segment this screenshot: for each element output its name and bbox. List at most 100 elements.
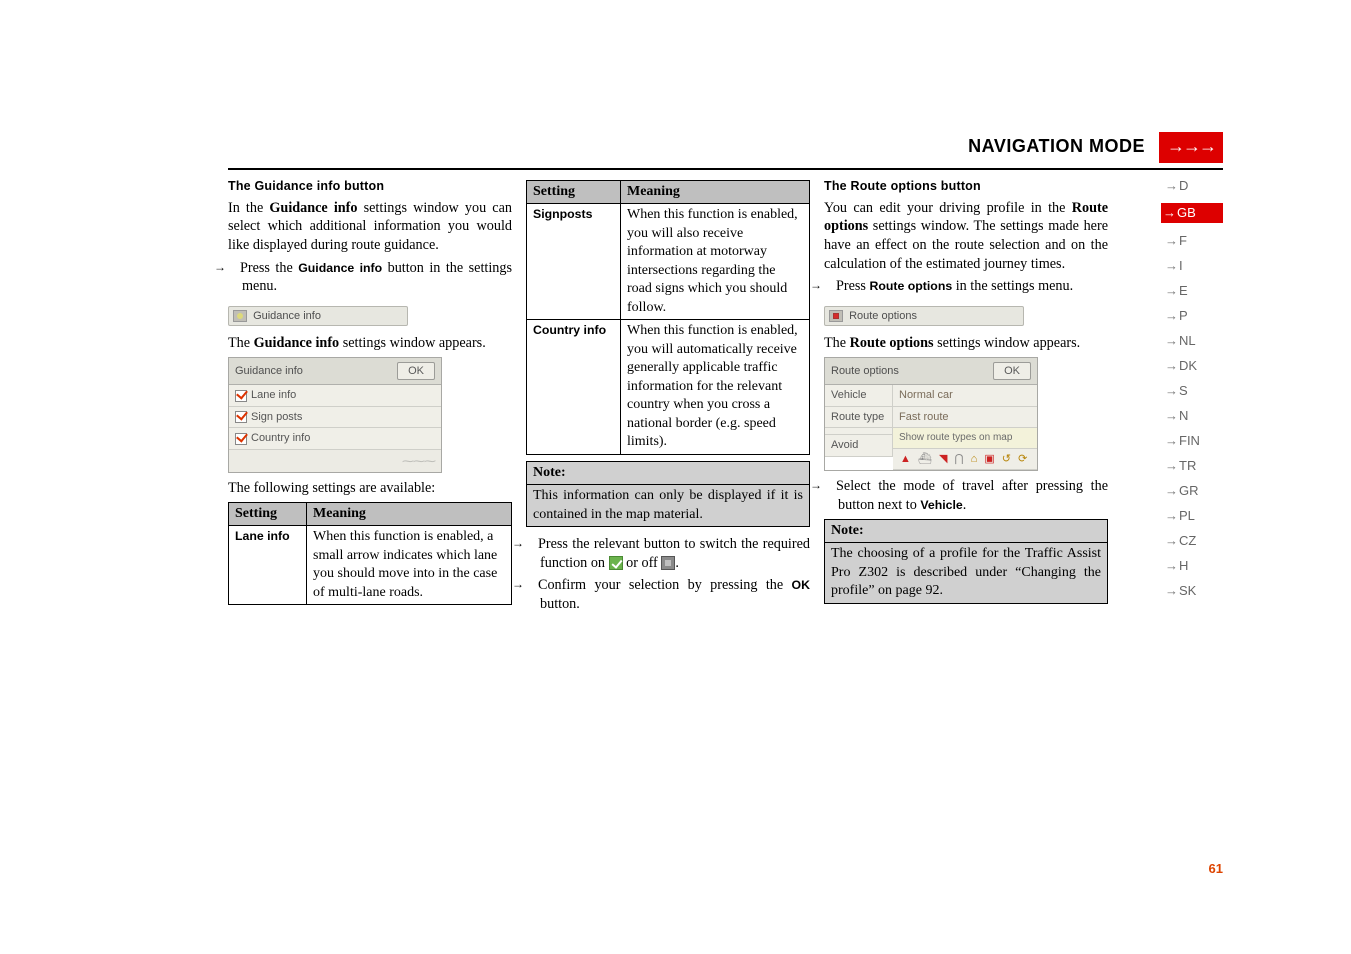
ok-button[interactable]: OK xyxy=(397,362,435,381)
th-setting: Setting xyxy=(527,181,621,204)
nav-i[interactable]: → I xyxy=(1165,258,1223,273)
guidance-heading: The Guidance info button xyxy=(228,178,512,195)
nav-code: F xyxy=(1179,233,1187,248)
arrow-icon: → xyxy=(1165,483,1178,498)
nav-code: GR xyxy=(1179,483,1199,498)
nav-dk[interactable]: → DK xyxy=(1165,358,1223,373)
nav-f[interactable]: → F xyxy=(1165,233,1223,248)
cell-signposts: Signposts xyxy=(527,204,621,320)
note-box: Note: This information can only be displ… xyxy=(526,461,810,527)
note-title: Note: xyxy=(825,520,1107,543)
on-icon xyxy=(609,556,623,570)
th-meaning: Meaning xyxy=(621,181,810,204)
note-title: Note: xyxy=(527,462,809,485)
panel-header: Route options OK xyxy=(825,358,1037,386)
th-meaning: Meaning xyxy=(307,502,512,525)
restricted-icon: ⟳ xyxy=(1017,452,1029,467)
arrow-icon: → xyxy=(1165,383,1178,398)
nav-nl[interactable]: → NL xyxy=(1165,333,1223,348)
arrow-icon: → xyxy=(1165,558,1178,573)
label-route-type: Route type xyxy=(825,407,893,429)
nav-h[interactable]: → H xyxy=(1165,558,1223,573)
arrow-icon: → xyxy=(1165,408,1178,423)
panel-footer: ⁓⁓⁓ xyxy=(229,450,441,472)
route-after-tab: The Route options settings window appear… xyxy=(824,334,1108,353)
arrow-icon: → xyxy=(1165,258,1178,273)
route-heading: The Route options button xyxy=(824,178,1108,195)
ok-button[interactable]: OK xyxy=(993,362,1031,381)
guidance-info-tab[interactable]: Guidance info xyxy=(228,306,408,326)
page-number: 61 xyxy=(1209,861,1223,876)
nav-code: FIN xyxy=(1179,433,1200,448)
nav-code: N xyxy=(1179,408,1188,423)
route-intro: You can edit your driving profile in the… xyxy=(824,199,1108,274)
show-types-button[interactable]: Show route types on map xyxy=(893,428,1037,448)
note-body: This information can only be displayed i… xyxy=(527,485,809,526)
avoid-icons[interactable]: ▲ ⛴ ◥ ⋂ ⌂ ▣ ↺ ⟳ xyxy=(893,449,1037,471)
row-lane-info[interactable]: Lane info xyxy=(229,385,441,407)
nav-code: H xyxy=(1179,558,1188,573)
nav-cz[interactable]: → CZ xyxy=(1165,533,1223,548)
route-press-step: Press Route options in the settings menu… xyxy=(824,277,1108,296)
nav-sk[interactable]: → SK xyxy=(1165,583,1223,598)
nav-pl[interactable]: → PL xyxy=(1165,508,1223,523)
arrow-icon: → xyxy=(1165,458,1178,473)
nav-fin[interactable]: → FIN xyxy=(1165,433,1223,448)
nav-code: PL xyxy=(1179,508,1195,523)
arrow-icon: → xyxy=(1165,308,1178,323)
nav-tr[interactable]: → TR xyxy=(1165,458,1223,473)
nav-code: D xyxy=(1179,178,1188,193)
nav-code: E xyxy=(1179,283,1188,298)
uturn-icon: ↺ xyxy=(1001,452,1013,467)
nav-d[interactable]: → D xyxy=(1165,178,1223,193)
nav-code: SK xyxy=(1179,583,1196,598)
guidance-step: Press the Guidance info button in the se… xyxy=(228,259,512,296)
routetype-button[interactable]: Fast route xyxy=(893,407,1037,429)
nav-e[interactable]: → E xyxy=(1165,283,1223,298)
arrow-icon: → xyxy=(1163,205,1176,220)
guidance-table-cont: Setting Meaning Signposts When this func… xyxy=(526,180,810,455)
header-title: NAVIGATION MODE xyxy=(928,132,1159,163)
arrow-icon: → xyxy=(1165,333,1178,348)
guidance-tab-label: Guidance info xyxy=(253,310,321,322)
nav-code: DK xyxy=(1179,358,1197,373)
nav-s[interactable]: → S xyxy=(1165,383,1223,398)
route-options-tab[interactable]: Route options xyxy=(824,306,1024,326)
note-body: The choosing of a profile for the Traffi… xyxy=(825,543,1107,602)
guidance-table: Setting Meaning Lane info When this func… xyxy=(228,502,512,605)
nav-gb[interactable]: → GB xyxy=(1161,203,1223,223)
arrow-icon: → xyxy=(1165,358,1178,373)
panel-header: Guidance info OK xyxy=(229,358,441,386)
arrow-icon: → xyxy=(1165,508,1178,523)
guidance-after-tab: The Guidance info settings window appear… xyxy=(228,334,512,353)
vehicle-button[interactable]: Normal car xyxy=(893,385,1037,407)
after-panel-text: The following settings are available: xyxy=(228,479,512,498)
arrow-icon xyxy=(526,576,538,595)
tunnel-icon: ⋂ xyxy=(954,452,966,467)
toll-icon: ◥ xyxy=(938,452,949,467)
panel-grid: Vehicle Route type Avoid Normal car Fast… xyxy=(825,385,1037,470)
row-country-info[interactable]: Country info xyxy=(229,428,441,450)
route-tab-label: Route options xyxy=(849,310,917,322)
guidance-tab-icon xyxy=(233,310,247,322)
off-icon xyxy=(661,556,675,570)
guidance-settings-panel: Guidance info OK Lane info Sign posts Co… xyxy=(228,357,442,473)
route-tab-icon xyxy=(829,310,843,322)
unpaved-icon: ▣ xyxy=(983,452,996,467)
arrow-icon: → xyxy=(1165,533,1178,548)
arrow-icon: → xyxy=(1165,233,1178,248)
cell-country-info-desc: When this function is enabled, you will … xyxy=(621,320,810,454)
page-header: NAVIGATION MODE →→→ xyxy=(928,132,1223,163)
nav-n[interactable]: → N xyxy=(1165,408,1223,423)
nav-p[interactable]: → P xyxy=(1165,308,1223,323)
row-sign-posts[interactable]: Sign posts xyxy=(229,407,441,429)
arrow-icon xyxy=(228,259,240,278)
nav-gr[interactable]: → GR xyxy=(1165,483,1223,498)
arrow-icon: → xyxy=(1165,283,1178,298)
arrow-icon xyxy=(824,277,836,296)
content-columns: The Guidance info button In the Guidance… xyxy=(228,178,1108,618)
arrow-icon: → xyxy=(1165,583,1178,598)
switch-step: Press the relevant button to switch the … xyxy=(526,535,810,572)
nav-code: TR xyxy=(1179,458,1196,473)
side-country-nav: → D→ GB→ F→ I→ E→ P→ NL→ DK→ S→ N→ FIN→ … xyxy=(1165,178,1223,598)
